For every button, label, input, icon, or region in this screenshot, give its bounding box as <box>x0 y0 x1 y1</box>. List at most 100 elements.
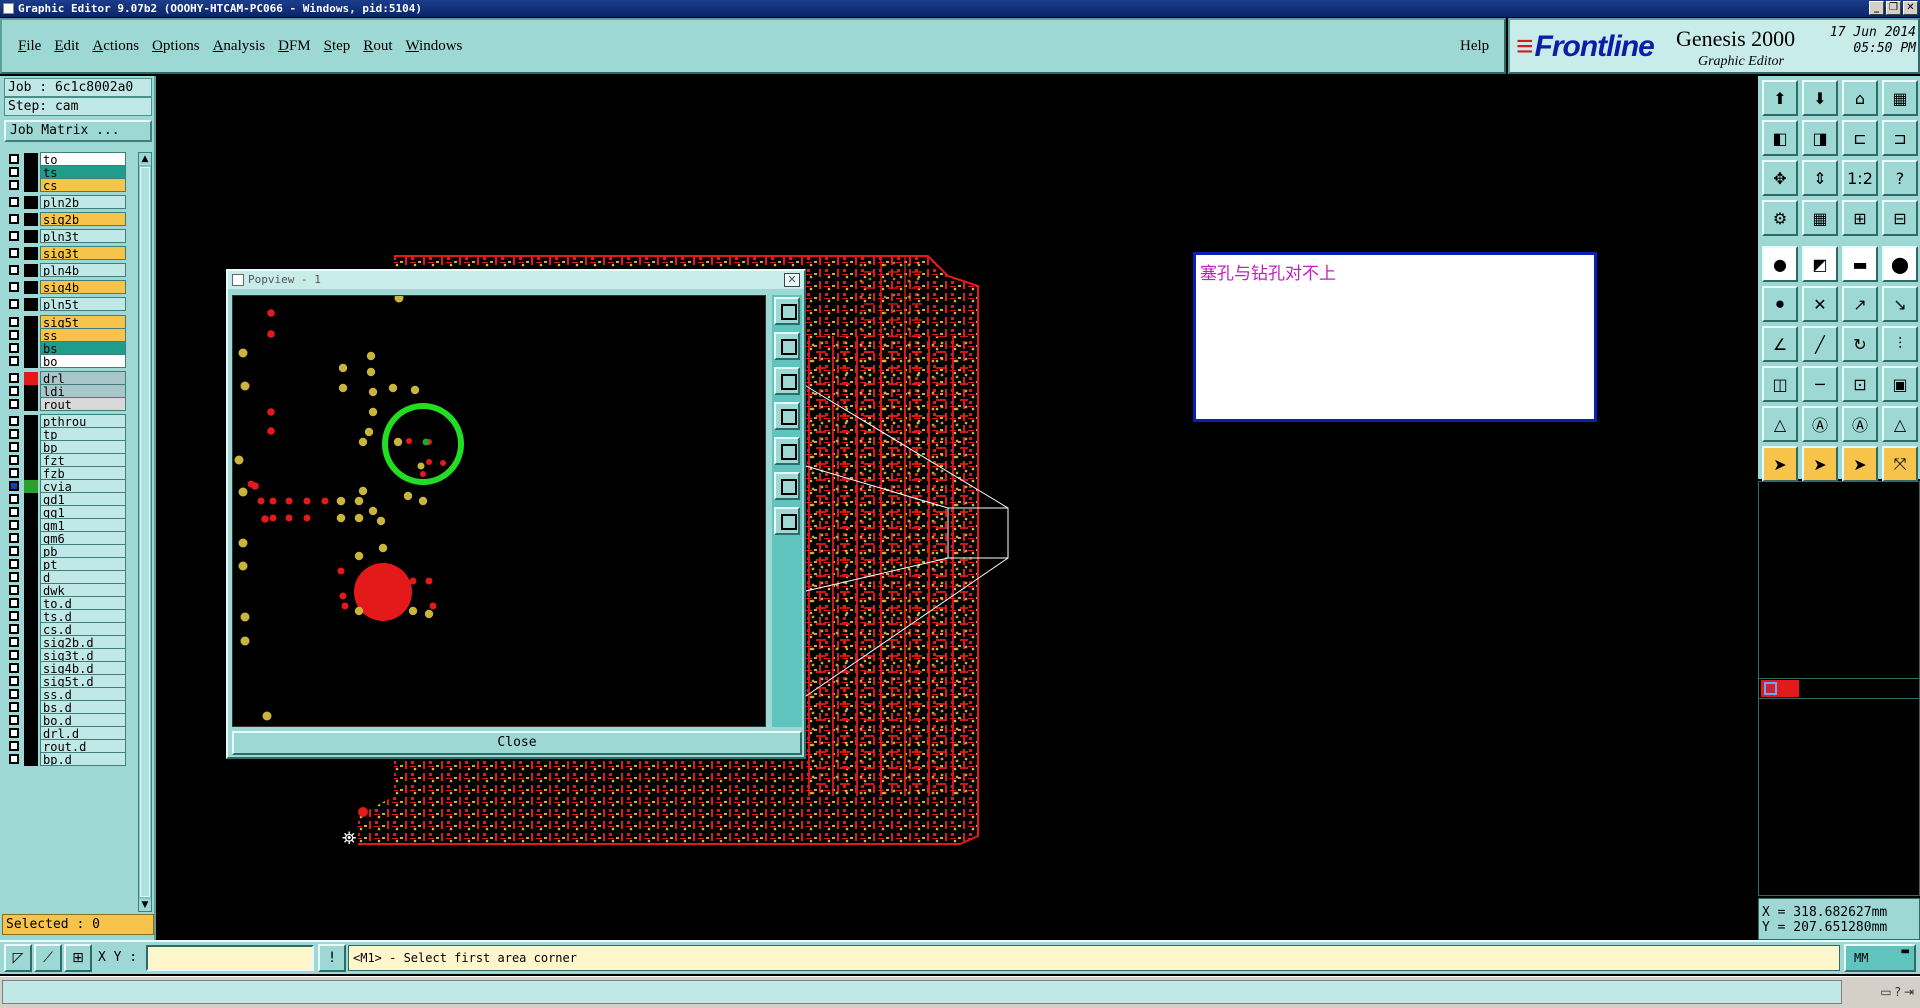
layer-name[interactable]: bp.d <box>40 752 126 766</box>
layer-checkbox[interactable] <box>9 248 19 258</box>
layer-row-d[interactable]: d <box>4 570 130 584</box>
measure-tool-icon[interactable]: ⟋ <box>34 944 62 972</box>
popview-zoom-view[interactable] <box>233 296 766 727</box>
layer-toggle-a-icon[interactable]: ⊞ <box>1842 200 1878 236</box>
layer-name[interactable]: pln3t <box>40 229 126 243</box>
layer-row-drl[interactable]: drl <box>4 371 130 385</box>
layer-checkbox[interactable] <box>9 676 19 686</box>
layer-name[interactable]: to.d <box>40 596 126 610</box>
layer-color-swatch[interactable] <box>24 247 38 260</box>
layer-name[interactable]: fzt <box>40 453 126 467</box>
layer-row-bs-d[interactable]: bs.d <box>4 700 130 714</box>
layer-color-swatch[interactable] <box>24 398 38 411</box>
layer-row-bp[interactable]: bp <box>4 440 130 454</box>
popview-pan-right-icon[interactable] <box>774 437 800 465</box>
popview-pan-up-icon[interactable] <box>774 332 800 360</box>
split-view-icon[interactable]: ▦ <box>1882 80 1918 116</box>
line-icon[interactable]: ▬ <box>1842 246 1878 282</box>
layer-row-bo-d[interactable]: bo.d <box>4 713 130 727</box>
layer-checkbox[interactable] <box>9 728 19 738</box>
layer-row-sig4b[interactable]: sig4b <box>4 280 130 294</box>
save-step-icon[interactable]: ⬇ <box>1802 80 1838 116</box>
layer-checkbox[interactable] <box>9 559 19 569</box>
layer-checkbox[interactable] <box>9 663 19 673</box>
rotate-icon[interactable]: ↻ <box>1842 326 1878 362</box>
pad-icon[interactable]: ● <box>1762 246 1798 282</box>
layer-row-sig2b[interactable]: sig2b <box>4 212 130 226</box>
layer-row-ss-d[interactable]: ss.d <box>4 687 130 701</box>
layer-row-drl-d[interactable]: drl.d <box>4 726 130 740</box>
layer-name[interactable]: rout <box>40 397 126 411</box>
layer-name[interactable]: sig5t <box>40 315 126 329</box>
layer-row-sig3t[interactable]: sig3t <box>4 246 130 260</box>
layer-row-to[interactable]: to <box>4 152 130 166</box>
layer-name[interactable]: cvia <box>40 479 126 493</box>
menu-windows[interactable]: Windows <box>401 38 471 55</box>
xy-input[interactable] <box>146 945 314 971</box>
layer-name[interactable]: drl <box>40 371 126 385</box>
scroll-up-icon[interactable]: ▲ <box>139 153 151 165</box>
layer-row-pt[interactable]: pt <box>4 557 130 571</box>
layer-row-pln4b[interactable]: pln4b <box>4 263 130 277</box>
mirror-icon[interactable]: ⫶ <box>1882 326 1918 362</box>
job-matrix-button[interactable]: Job Matrix ... <box>4 120 152 142</box>
layer-row-tp[interactable]: tp <box>4 427 130 441</box>
menu-options[interactable]: Options <box>148 38 209 55</box>
popview-canvas[interactable] <box>232 295 766 727</box>
arc-icon[interactable]: ╱ <box>1802 326 1838 362</box>
layer-name[interactable]: sig4b <box>40 280 126 294</box>
layer-name[interactable]: pln5t <box>40 297 126 311</box>
layer-color-swatch[interactable] <box>24 298 38 311</box>
layer-name[interactable]: rout.d <box>40 739 126 753</box>
window-prev-icon[interactable]: ⊏ <box>1842 120 1878 156</box>
popview-close-icon[interactable]: ✕ <box>784 273 800 287</box>
text-c-icon[interactable]: Ⓐ <box>1842 406 1878 442</box>
layer-name[interactable]: fzb <box>40 466 126 480</box>
layer-checkbox[interactable] <box>9 197 19 207</box>
layer-name[interactable]: tp <box>40 427 126 441</box>
layer-name[interactable]: ss.d <box>40 687 126 701</box>
layer-checkbox[interactable] <box>9 373 19 383</box>
popview-pan-left-icon[interactable] <box>774 402 800 430</box>
layer-color-swatch[interactable] <box>24 230 38 243</box>
layer-name[interactable]: pb <box>40 544 126 558</box>
layer-color-swatch[interactable] <box>24 753 38 766</box>
layer-row-sig2b-d[interactable]: sig2b.d <box>4 635 130 649</box>
layer-name[interactable]: bs.d <box>40 700 126 714</box>
layer-checkbox[interactable] <box>9 299 19 309</box>
maximize-button[interactable]: ❐ <box>1886 1 1901 15</box>
text-b-icon[interactable]: Ⓐ <box>1802 406 1838 442</box>
menu-dfm[interactable]: DFM <box>274 38 320 55</box>
scroll-thumb[interactable] <box>140 167 150 897</box>
layer-checkbox[interactable] <box>9 180 19 190</box>
layer-name[interactable]: pthrou <box>40 414 126 428</box>
zoom-area-icon[interactable]: ⇕ <box>1802 160 1838 196</box>
layer-name[interactable]: bp <box>40 440 126 454</box>
layer-checkbox[interactable] <box>9 533 19 543</box>
popview-zoom-out-icon[interactable] <box>774 507 800 535</box>
window-right-icon[interactable]: ◨ <box>1802 120 1838 156</box>
layer-checkbox[interactable] <box>9 650 19 660</box>
menu-edit[interactable]: Edit <box>50 38 88 55</box>
menu-file[interactable]: File <box>14 38 50 55</box>
menu-step[interactable]: Step <box>320 38 360 55</box>
layer-row-gm1[interactable]: gm1 <box>4 518 130 532</box>
layer-row-sig4b-d[interactable]: sig4b.d <box>4 661 130 675</box>
layer-checkbox[interactable] <box>9 167 19 177</box>
layer-checkbox[interactable] <box>9 416 19 426</box>
layer-checkbox[interactable] <box>9 265 19 275</box>
zoom-ratio-icon[interactable]: 1:2 <box>1842 160 1878 196</box>
layer-color-swatch[interactable] <box>24 264 38 277</box>
layer-name[interactable]: gg1 <box>40 505 126 519</box>
layer-name[interactable]: pln2b <box>40 195 126 209</box>
open-step-icon[interactable]: ⬆ <box>1762 80 1798 116</box>
layer-name[interactable]: gm6 <box>40 531 126 545</box>
layer-color-swatch[interactable] <box>24 281 38 294</box>
menu-actions[interactable]: Actions <box>88 38 148 55</box>
layer-name[interactable]: pt <box>40 557 126 571</box>
layer-color-swatch[interactable] <box>24 179 38 192</box>
text-d-icon[interactable]: △ <box>1882 406 1918 442</box>
layer-checkbox[interactable] <box>9 429 19 439</box>
layer-row-rout[interactable]: rout <box>4 397 130 411</box>
zoom-fit-icon[interactable]: ✥ <box>1762 160 1798 196</box>
